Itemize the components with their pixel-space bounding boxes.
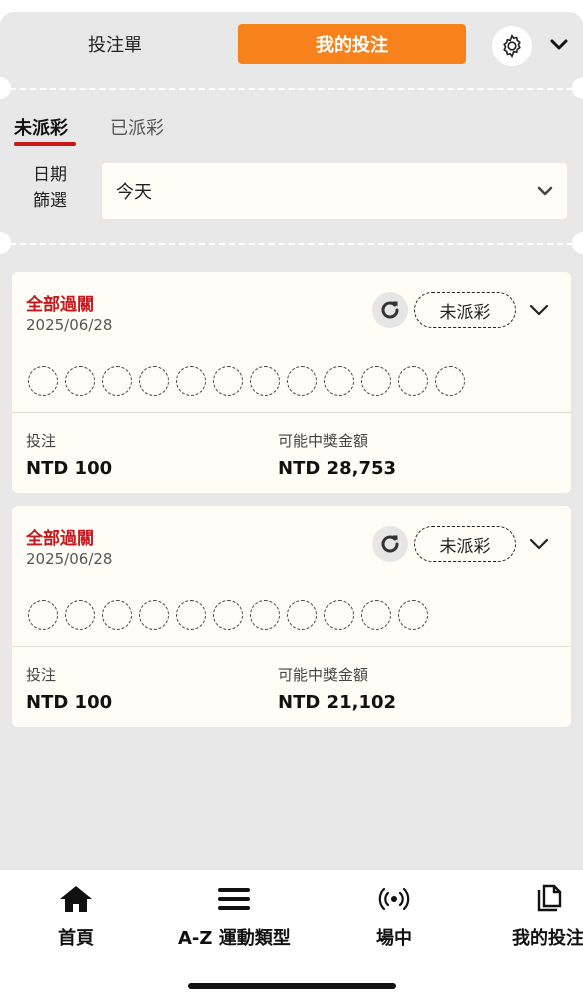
refresh-button[interactable] — [372, 292, 408, 328]
bet-type-title: 全部過關 — [26, 529, 94, 549]
card-divider — [12, 646, 571, 647]
selection-dot — [28, 600, 58, 630]
card-divider — [12, 412, 571, 413]
nav-live[interactable]: 場中 — [376, 884, 412, 950]
selection-dot — [28, 366, 58, 396]
selection-dot — [102, 366, 132, 396]
selection-dot — [435, 366, 465, 396]
selection-dot — [361, 600, 391, 630]
copy-icon — [537, 884, 562, 912]
selection-dot — [324, 366, 354, 396]
stake-label: 投注 — [26, 666, 57, 684]
tab-betslip[interactable]: 投注單 — [60, 24, 170, 64]
settings-button[interactable] — [492, 26, 532, 66]
selection-dot — [139, 366, 169, 396]
collapse-chevron-icon[interactable] — [548, 36, 570, 54]
expand-chevron-icon[interactable] — [528, 536, 550, 552]
nav-sports-az-label: A-Z 運動類型 — [178, 928, 291, 949]
refresh-button[interactable] — [372, 526, 408, 562]
live-icon — [378, 887, 410, 911]
selection-dot — [398, 600, 428, 630]
bet-card[interactable]: 全部過關 2025/06/28 未派彩 投注 NTD 100 可能中獎金額 NT… — [12, 272, 571, 493]
selection-dot — [176, 600, 206, 630]
date-filter-select[interactable]: 今天 — [102, 163, 567, 219]
home-icon — [60, 886, 92, 912]
date-filter-value: 今天 — [116, 182, 152, 203]
stake-value: NTD 100 — [26, 692, 113, 713]
active-tab-indicator — [14, 142, 76, 146]
potential-payout-value: NTD 21,102 — [278, 692, 397, 713]
tab-my-bets[interactable]: 我的投注 — [238, 24, 466, 64]
nav-sports-az[interactable]: A-Z 運動類型 — [178, 884, 291, 950]
bet-date: 2025/06/28 — [26, 550, 113, 568]
selection-dot — [139, 600, 169, 630]
selection-dot — [250, 366, 280, 396]
header-tabs: 投注單 我的投注 — [0, 24, 583, 66]
chevron-down-icon — [537, 186, 553, 196]
bottom-nav: 首頁 A-Z 運動類型 場中 我的投注 — [0, 870, 583, 1000]
nav-home-label: 首頁 — [58, 928, 94, 949]
status-badge: 未派彩 — [414, 292, 516, 328]
selection-dots — [28, 366, 465, 396]
selection-dot — [324, 600, 354, 630]
selection-dot — [213, 600, 243, 630]
stake-value: NTD 100 — [26, 458, 113, 479]
bet-card[interactable]: 全部過關 2025/06/28 未派彩 投注 NTD 100 可能中獎金額 NT… — [12, 506, 571, 727]
selection-dot — [250, 600, 280, 630]
selection-dot — [176, 366, 206, 396]
selection-dot — [213, 366, 243, 396]
tab-settled[interactable]: 已派彩 — [110, 114, 164, 140]
status-badge: 未派彩 — [414, 526, 516, 562]
selection-dot — [287, 600, 317, 630]
date-filter-label-text: 日期 篩選 — [33, 165, 67, 211]
selection-dot — [65, 366, 95, 396]
nav-my-bets-label: 我的投注 — [512, 928, 583, 949]
nav-live-label: 場中 — [376, 928, 412, 949]
potential-payout-value: NTD 28,753 — [278, 458, 397, 479]
nav-home[interactable]: 首頁 — [58, 884, 94, 950]
refresh-icon — [381, 535, 399, 553]
potential-payout-label: 可能中獎金額 — [278, 432, 369, 450]
potential-payout-label: 可能中獎金額 — [278, 666, 369, 684]
date-filter-label: 日期 篩選 — [20, 162, 80, 214]
selection-dot — [65, 600, 95, 630]
selection-dot — [287, 366, 317, 396]
stake-label: 投注 — [26, 432, 57, 450]
dashed-divider — [0, 243, 583, 245]
tab-unsettled[interactable]: 未派彩 — [14, 114, 68, 140]
refresh-icon — [381, 301, 399, 319]
dashed-divider — [0, 88, 583, 90]
selection-dots — [28, 600, 428, 630]
bet-date: 2025/06/28 — [26, 316, 113, 334]
expand-chevron-icon[interactable] — [528, 302, 550, 318]
bet-type-title: 全部過關 — [26, 295, 94, 315]
gear-icon — [503, 33, 521, 59]
selection-dot — [361, 366, 391, 396]
nav-my-bets[interactable]: 我的投注 — [512, 884, 583, 950]
home-indicator — [188, 983, 396, 989]
selection-dot — [102, 600, 132, 630]
selection-dot — [398, 366, 428, 396]
menu-icon — [218, 888, 251, 910]
